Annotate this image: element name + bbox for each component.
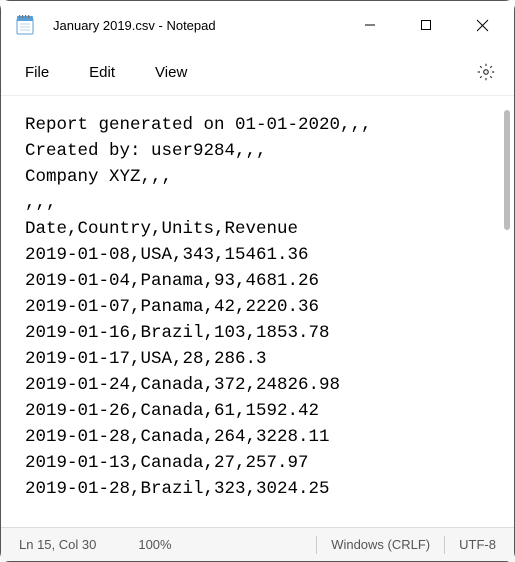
scrollbar-vertical[interactable] [504, 110, 510, 230]
text-editor[interactable]: Report generated on 01-01-2020,,, Create… [1, 96, 514, 527]
statusbar: Ln 15, Col 30 100% Windows (CRLF) UTF-8 [1, 527, 514, 561]
status-zoom[interactable]: 100% [124, 534, 185, 556]
notepad-icon [15, 15, 35, 35]
status-encoding: UTF-8 [445, 534, 510, 556]
titlebar: January 2019.csv - Notepad [1, 1, 514, 49]
maximize-button[interactable] [398, 1, 454, 49]
minimize-button[interactable] [342, 1, 398, 49]
menu-file[interactable]: File [5, 56, 69, 89]
status-position: Ln 15, Col 30 [5, 534, 110, 556]
status-line-ending: Windows (CRLF) [317, 534, 444, 556]
settings-button[interactable] [466, 52, 506, 92]
editor-area: Report generated on 01-01-2020,,, Create… [1, 95, 514, 527]
window-title: January 2019.csv - Notepad [53, 18, 342, 33]
menu-edit[interactable]: Edit [69, 56, 135, 89]
window-controls [342, 1, 510, 49]
close-button[interactable] [454, 1, 510, 49]
menu-view[interactable]: View [135, 56, 207, 89]
menubar: File Edit View [1, 49, 514, 95]
